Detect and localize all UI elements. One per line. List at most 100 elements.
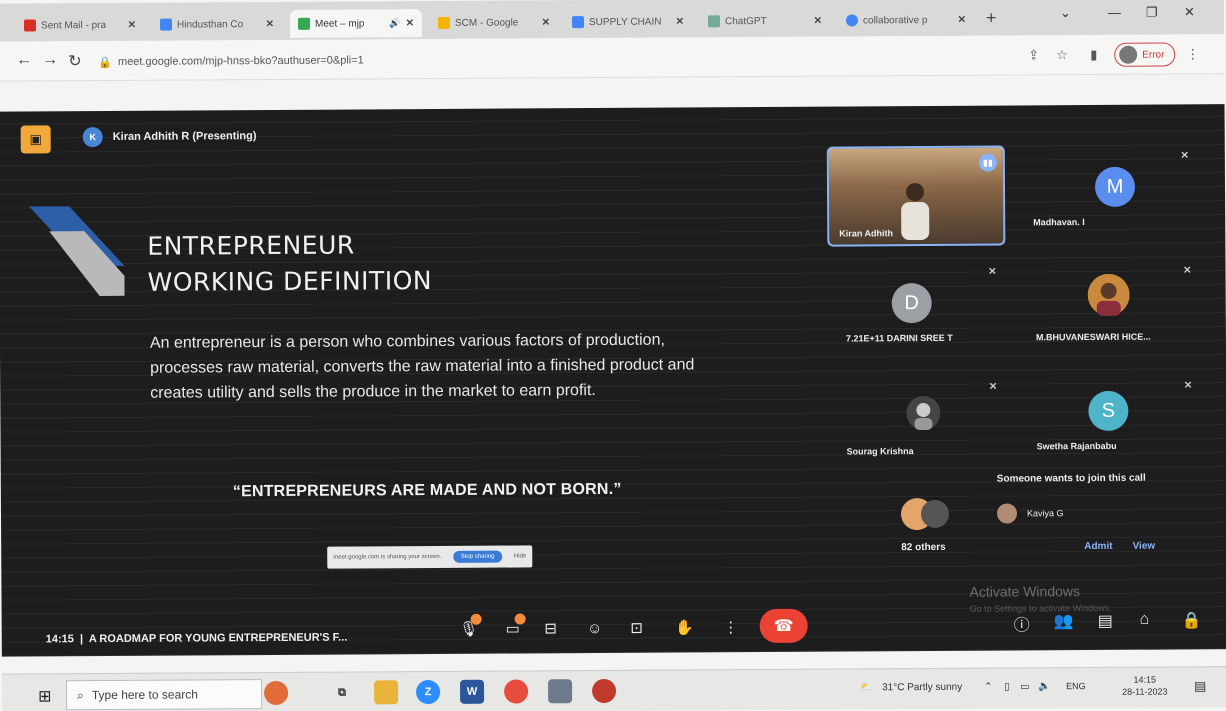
people-icon[interactable]: 👥 [1054,611,1074,631]
widget-icon[interactable] [264,680,289,706]
tab-meet[interactable]: Meet – mjp 🔊 ✕ [289,9,423,38]
avatar [1119,45,1138,64]
meet-icon [297,17,311,30]
participant-name: Sourag Krishna [846,446,914,457]
search-icon: ⌕ [77,687,84,702]
chrome-icon[interactable] [504,679,529,704]
back-button[interactable]: ← [16,51,32,69]
tab-label: collaborative p [862,14,928,26]
participant-name: M.BHUVANESWARI HICE... [1035,331,1151,343]
presentation-icon[interactable]: ▣ [20,125,51,154]
share-icon[interactable]: ⇪ [1028,47,1039,63]
window-close-button[interactable]: ✕ [1184,4,1195,20]
url-field[interactable]: 🔒 meet.google.com/mjp-hnss-bko?authuser=… [98,45,978,74]
close-icon[interactable]: ✕ [266,18,274,29]
tab-collaborative[interactable]: collaborative p ✕ [838,6,974,35]
tab-supply-chain[interactable]: SUPPLY CHAIN ✕ [564,7,692,36]
view-button[interactable]: View [1133,541,1156,552]
gmail-icon [23,19,37,32]
profile-label: Error [1142,49,1165,61]
language-label[interactable]: ENG [1066,681,1086,691]
site-icon [159,18,173,31]
more-options-button[interactable]: ⋮ [716,612,746,642]
tray-chevron-icon[interactable]: ⌃ [984,682,992,693]
close-icon[interactable]: ✕ [406,18,414,29]
captions-button[interactable]: ⊟ [536,613,566,643]
close-icon[interactable]: ✕ [542,17,550,28]
close-icon[interactable]: ✕ [814,15,822,26]
chat-icon[interactable]: ▤ [1098,611,1113,631]
alert-dot [514,613,526,625]
minimize-button[interactable]: — [1108,5,1121,20]
close-icon[interactable]: ✕ [958,14,966,25]
close-icon[interactable]: ✕ [128,19,136,30]
participant-tile-kiran[interactable]: ▮▮ Kiran Adhith [826,145,1006,247]
host-controls-icon[interactable]: 🔒 [1182,610,1202,630]
word-icon[interactable]: W [460,679,485,704]
speaking-icon: ▮▮ [978,153,997,172]
tab-scm[interactable]: SCM - Google ✕ [430,8,558,37]
menu-icon[interactable]: ⋮ [1186,46,1199,62]
sidepanel-icon[interactable]: ▮ [1090,47,1097,63]
weather-text[interactable]: 31°C Partly sunny [882,682,962,693]
mic-button[interactable]: 🎙 [454,613,484,644]
slide-title-line1: ENTREPRENEUR [147,230,355,261]
sharebar-text: meet.google.com is sharing your screen. [333,553,442,561]
forward-button[interactable]: → [42,51,58,69]
avatar [906,396,941,431]
reload-button[interactable]: ↻ [68,51,82,71]
emoji-button[interactable]: ☺ [580,613,610,643]
tab-label: ChatGPT [724,15,767,27]
screen-share-bar: meet.google.com is sharing your screen. … [327,545,533,569]
activate-windows-watermark: Activate Windows [969,583,1081,600]
others-tile[interactable]: 82 others [881,496,981,567]
clock[interactable]: 14:15 28-11-2023 [1122,674,1168,698]
network-icon[interactable]: ▯ [1004,682,1010,693]
tab-hindusthan[interactable]: Hindusthan Co ✕ [152,10,282,39]
participant-tile-sourag[interactable]: ✕ Sourag Krishna [840,375,1016,466]
tab-sent-mail[interactable]: Sent Mail - pra ✕ [16,11,144,40]
participant-name: Kiran Adhith [839,228,893,239]
end-call-button[interactable]: ☎ [759,608,808,644]
activities-icon[interactable]: ⌂ [1140,611,1150,629]
weather-icon[interactable]: ⛅ [860,682,873,693]
meeting-title: A ROADMAP FOR YOUNG ENTREPRENEUR'S F... [88,631,348,646]
camera-button[interactable]: ▭ [498,613,528,643]
url-text: meet.google.com/mjp-hnss-bko?authuser=0&… [117,54,364,68]
task-view-icon[interactable]: ⧉ [330,681,354,705]
raise-hand-button[interactable]: ✋ [670,612,700,642]
tab-search-icon[interactable]: ⌄ [1060,5,1071,21]
participant-tile-bhuvaneswari[interactable]: ✕ M.BHUVANESWARI HICE... [1029,259,1200,360]
admit-button[interactable]: Admit [1084,541,1112,552]
taskbar-search[interactable]: ⌕ Type here to search [66,679,263,711]
restore-button[interactable]: ❐ [1146,5,1158,21]
bookmark-star-icon[interactable]: ☆ [1056,47,1068,63]
address-bar-row: ← → ↻ 🔒 meet.google.com/mjp-hnss-bko?aut… [0,34,1225,82]
participant-tile-darini[interactable]: ✕ D 7.21E+11 DARINI SREE T [839,260,1015,361]
windows-start-icon[interactable]: ⊞ [38,686,52,706]
tab-chatgpt[interactable]: ChatGPT ✕ [700,7,830,36]
docs-icon [571,16,585,29]
hide-button[interactable]: Hide [514,553,526,559]
notifications-icon[interactable]: ▤ [1194,678,1206,694]
join-request-person: Kaviya G [996,503,1064,524]
slide-body: An entrepreneur is a person who combines… [149,331,695,402]
participant-name: 7.21E+11 DARINI SREE T [845,332,953,344]
present-button[interactable]: ⊡ [622,613,652,643]
app-icon[interactable] [548,679,573,704]
profile-button[interactable]: Error [1114,42,1176,67]
mic-off-icon: ✕ [1183,265,1192,277]
participant-tile-madhavan[interactable]: ✕ M Madhavan. I [1017,144,1198,245]
zoom-icon[interactable]: Z [416,679,441,705]
join-request-name: Kaviya G [1026,508,1064,519]
volume-icon[interactable]: 🔈 [1038,681,1051,692]
file-explorer-icon[interactable] [374,680,399,705]
battery-icon[interactable]: ▭ [1020,681,1030,692]
clock-date: 28-11-2023 [1122,686,1168,697]
participant-tile-swetha[interactable]: ✕ S Swetha Rajanbabu [1030,374,1201,465]
info-icon[interactable]: ⓘ [1014,611,1030,635]
stop-sharing-button[interactable]: Stop sharing [452,550,503,563]
chrome-profile-icon[interactable] [592,678,617,704]
close-icon[interactable]: ✕ [676,16,684,27]
new-tab-button[interactable]: + [986,8,997,29]
